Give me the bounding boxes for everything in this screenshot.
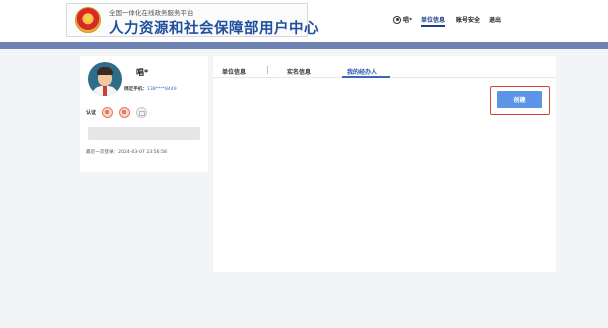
nav-active-underline	[421, 25, 445, 27]
bank-card-cert-icon[interactable]	[136, 107, 148, 118]
nav-account-security[interactable]: 账号安全	[456, 15, 480, 24]
tab-my-agents[interactable]: 我的经办人	[347, 67, 377, 76]
phone-value: 138****8449	[146, 87, 177, 92]
id-card-cert-icon[interactable]	[102, 107, 114, 118]
national-emblem-icon	[75, 7, 101, 33]
disabled-action-button	[88, 127, 200, 140]
main-panel: 单位信息 实名信息 我的经办人 创建	[213, 56, 556, 272]
face-cert-icon[interactable]	[119, 107, 131, 118]
user-icon	[393, 15, 401, 24]
tab-bar: 单位信息 实名信息 我的经办人	[213, 56, 556, 78]
header-user-name: 唱*	[403, 17, 413, 24]
brand-logo[interactable]: 全国一体化在线政务服务平台 人力资源和社会保障部用户中心	[66, 3, 319, 37]
brand-title: 人力资源和社会保障部用户中心	[109, 21, 319, 37]
create-button[interactable]: 创建	[497, 91, 542, 108]
header-band	[0, 42, 608, 49]
bound-phone: 绑定手机：138****8449	[124, 86, 177, 92]
tab-unit-info[interactable]: 单位信息	[222, 67, 246, 76]
tab-divider	[267, 66, 268, 74]
profile-name: 唱*	[136, 68, 149, 77]
avatar	[88, 62, 122, 96]
cert-label: 认证	[86, 110, 97, 116]
tab-real-name-info[interactable]: 实名信息	[287, 67, 311, 76]
profile-card: 唱* 绑定手机：138****8449 认证 最近一次登录：2024-03-07…	[80, 56, 208, 172]
last-login-time: 最近一次登录：2024-03-07 23:56:58	[86, 150, 167, 155]
brand-subtitle: 全国一体化在线政务服务平台	[109, 9, 194, 17]
user-menu[interactable]: 唱*	[393, 15, 412, 24]
nav-logout[interactable]: 退出	[489, 15, 501, 24]
create-button-highlight: 创建	[490, 86, 550, 115]
certification-row: 认证	[86, 107, 153, 118]
phone-label: 绑定手机：	[124, 87, 147, 92]
active-tab-underline	[342, 76, 390, 78]
nav-unit-info[interactable]: 单位信息	[421, 15, 445, 24]
top-header: 全国一体化在线政务服务平台 人力资源和社会保障部用户中心 唱* 单位信息 账号安…	[0, 0, 608, 42]
